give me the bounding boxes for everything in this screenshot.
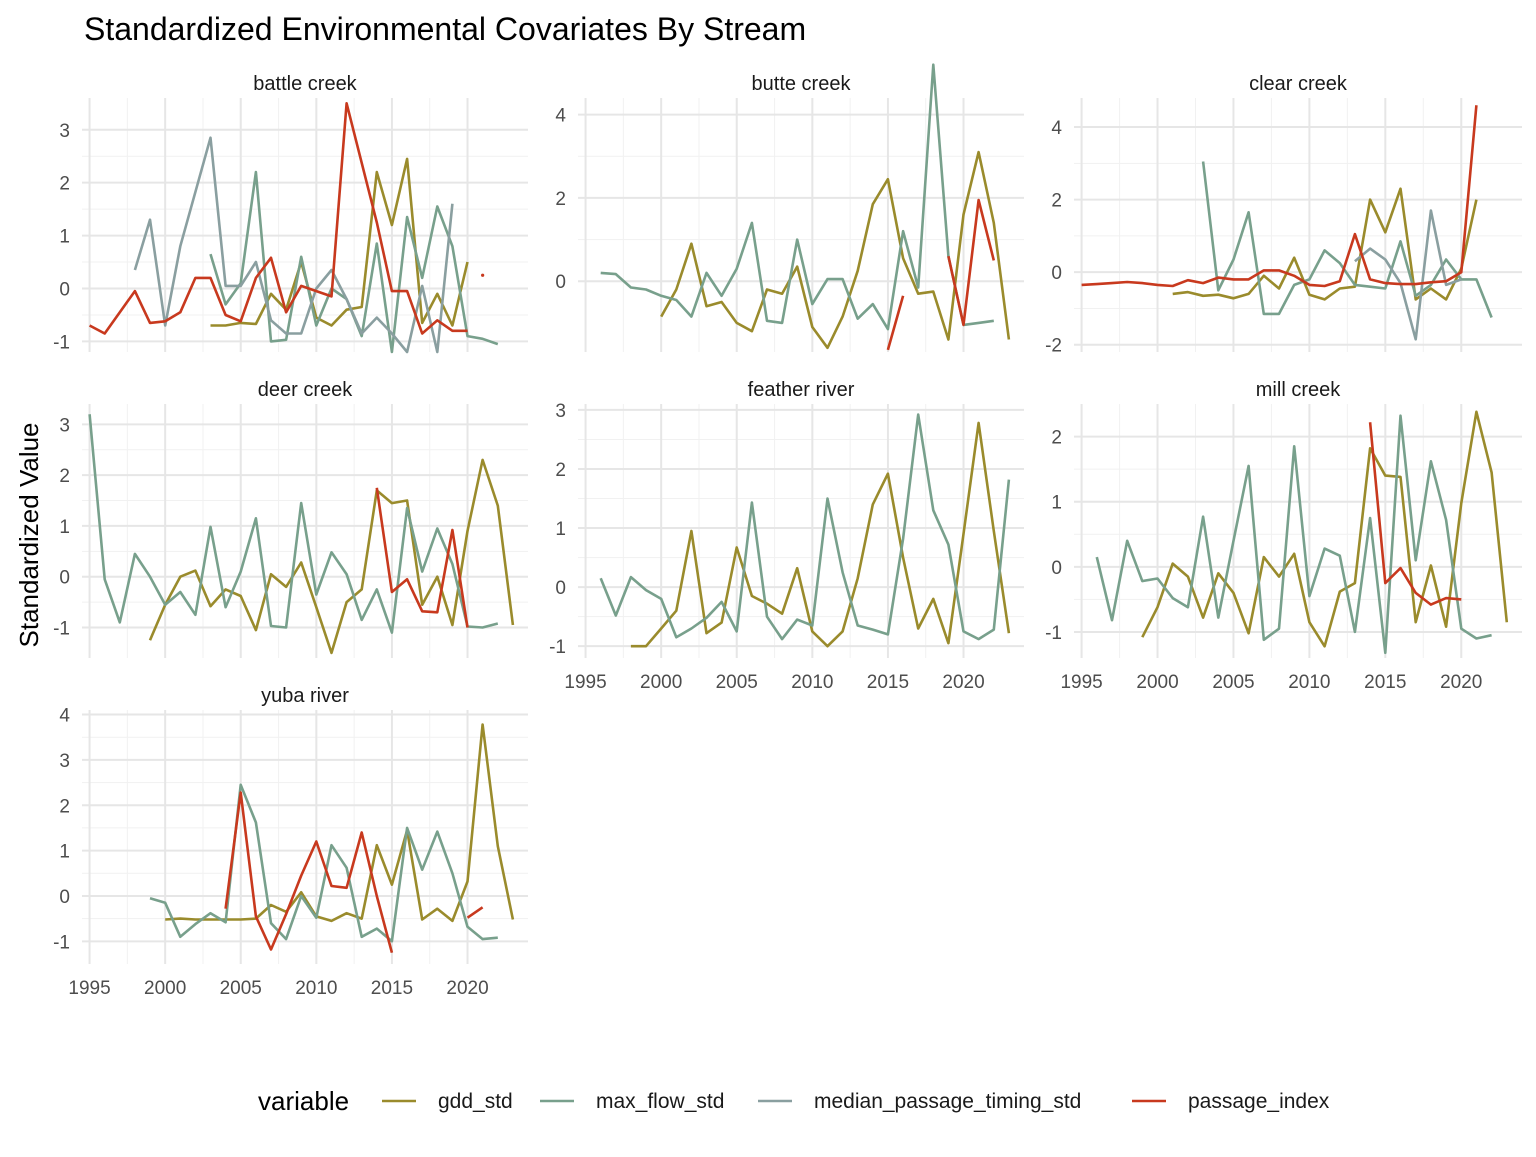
y-tick-label: 1 bbox=[59, 842, 70, 863]
series-line-passage_index bbox=[947, 198, 996, 327]
x-tick-label: 2020 bbox=[942, 672, 984, 693]
x-tick-label: 1995 bbox=[1060, 672, 1102, 693]
y-tick-label: 0 bbox=[59, 568, 70, 589]
series-line-passage_index bbox=[224, 791, 394, 954]
y-tick-label: -1 bbox=[1045, 623, 1062, 644]
y-tick-label: 2 bbox=[1051, 428, 1062, 449]
y-tick-label: 3 bbox=[59, 121, 70, 142]
legend-label-passage_index: passage_index bbox=[1188, 1090, 1330, 1113]
y-tick-label: 1 bbox=[1051, 493, 1062, 514]
series-point-passage_index bbox=[481, 273, 485, 277]
series-line-passage_index bbox=[375, 487, 469, 628]
series-line-gdd_std bbox=[1141, 410, 1509, 648]
x-tick-label: 2020 bbox=[1440, 672, 1482, 693]
facet-strip-label: deer creek bbox=[258, 379, 353, 401]
y-tick-label: 0 bbox=[59, 280, 70, 301]
panel-mill-creek: mill creek -1 0 1 2 1995 2000 2005 2010 2015 2020 bbox=[1045, 379, 1522, 693]
series-line-passage_index bbox=[1368, 422, 1462, 606]
y-tick-label: 1 bbox=[555, 519, 566, 540]
panel-battle-creek: battle creek -1 0 1 2 3 bbox=[53, 73, 528, 353]
series-line-median_passage_timing_std bbox=[1354, 209, 1462, 341]
x-tick-label: 1995 bbox=[564, 672, 606, 693]
y-tick-label: 1 bbox=[59, 227, 70, 248]
x-tick-label: 2010 bbox=[1288, 672, 1330, 693]
y-tick-label: 0 bbox=[59, 887, 70, 908]
y-tick-label: 2 bbox=[59, 174, 70, 195]
series-line-gdd_std bbox=[660, 150, 1011, 350]
facet-strip-label: battle creek bbox=[253, 73, 357, 95]
y-tick-label: 2 bbox=[555, 460, 566, 481]
series-line-passage_index bbox=[466, 906, 484, 919]
y-tick-label: -1 bbox=[53, 619, 70, 640]
series-line-gdd_std bbox=[630, 421, 1011, 648]
facet-strip-label: clear creek bbox=[1249, 73, 1348, 95]
y-tick-label: 2 bbox=[1051, 191, 1062, 212]
facet-strip-label: mill creek bbox=[1256, 379, 1341, 401]
legend-item-gdd_std: gdd_std bbox=[382, 1090, 513, 1113]
legend-title: variable bbox=[258, 1086, 349, 1116]
y-tick-label: -1 bbox=[549, 637, 566, 658]
x-tick-label: 2000 bbox=[1136, 672, 1178, 693]
y-tick-label: 2 bbox=[59, 796, 70, 817]
x-tick-label: 2015 bbox=[371, 978, 413, 999]
y-axis-label: Standardized Value bbox=[14, 422, 44, 647]
panel-yuba-river: yuba river -1 0 1 2 3 4 1995 2000 2005 2010 2015 202… bbox=[53, 685, 528, 999]
x-tick-label: 2010 bbox=[791, 672, 833, 693]
legend-label-gdd_std: gdd_std bbox=[438, 1090, 513, 1113]
series-line-passage_index bbox=[1081, 105, 1478, 288]
y-tick-label: 0 bbox=[555, 272, 566, 293]
legend: variable gdd_std max_flow_std median_passa… bbox=[258, 1086, 1330, 1116]
y-tick-label: -2 bbox=[1045, 336, 1062, 357]
y-tick-label: 0 bbox=[1051, 558, 1062, 579]
y-tick-label: -1 bbox=[53, 932, 70, 953]
chart-title: Standardized Environmental Covariates By… bbox=[84, 11, 806, 47]
legend-label-median_passage_timing_std: median_passage_timing_std bbox=[814, 1090, 1081, 1113]
legend-item-max_flow_std: max_flow_std bbox=[540, 1090, 724, 1113]
legend-item-passage_index: passage_index bbox=[1132, 1090, 1330, 1113]
facet-strip-label: feather river bbox=[748, 379, 855, 401]
y-tick-label: 3 bbox=[59, 415, 70, 436]
legend-label-max_flow_std: max_flow_std bbox=[596, 1090, 724, 1113]
y-tick-label: 4 bbox=[555, 106, 566, 127]
y-tick-label: 0 bbox=[555, 578, 566, 599]
y-tick-label: 3 bbox=[59, 751, 70, 772]
y-tick-label: 4 bbox=[1051, 118, 1062, 139]
x-tick-label: 2020 bbox=[446, 978, 488, 999]
x-tick-label: 2005 bbox=[1212, 672, 1254, 693]
y-tick-label: 0 bbox=[1051, 263, 1062, 284]
series-line-gdd_std bbox=[165, 723, 515, 923]
facet-strip-label: butte creek bbox=[752, 73, 852, 95]
x-tick-label: 2005 bbox=[220, 978, 262, 999]
panel-butte-creek: butte creek 0 2 4 bbox=[555, 63, 1024, 352]
series-line-max_flow_std bbox=[600, 63, 994, 331]
x-tick-label: 1995 bbox=[68, 978, 110, 999]
y-tick-label: 3 bbox=[555, 401, 566, 422]
y-tick-label: 4 bbox=[59, 706, 70, 727]
faceted-line-chart: Standardized Environmental Covariates By… bbox=[14, 11, 1522, 1116]
chart-root: Standardized Environmental Covariates By… bbox=[0, 0, 1536, 1152]
panel-feather-river: feather river -1 0 1 2 3 1995 2000 2005 2010 2015 2… bbox=[549, 379, 1024, 693]
x-tick-label: 2010 bbox=[295, 978, 337, 999]
x-tick-label: 2000 bbox=[144, 978, 186, 999]
series-line-max_flow_std bbox=[88, 414, 499, 634]
x-tick-label: 2000 bbox=[640, 672, 682, 693]
y-tick-label: 1 bbox=[59, 517, 70, 538]
y-tick-label: -1 bbox=[53, 332, 70, 353]
panel-deer-creek: deer creek -1 0 1 2 3 bbox=[53, 379, 528, 658]
y-tick-label: 2 bbox=[59, 466, 70, 487]
x-tick-label: 2015 bbox=[867, 672, 909, 693]
panel-clear-creek: clear creek -2 0 2 4 bbox=[1045, 73, 1522, 357]
y-tick-label: 2 bbox=[555, 189, 566, 210]
facet-panels: battle creek-10123butte creek024clear cr… bbox=[53, 63, 1522, 999]
legend-item-median_passage_timing_std: median_passage_timing_std bbox=[758, 1090, 1081, 1113]
x-tick-label: 2015 bbox=[1364, 672, 1406, 693]
x-tick-label: 2005 bbox=[716, 672, 758, 693]
facet-strip-label: yuba river bbox=[261, 685, 349, 707]
